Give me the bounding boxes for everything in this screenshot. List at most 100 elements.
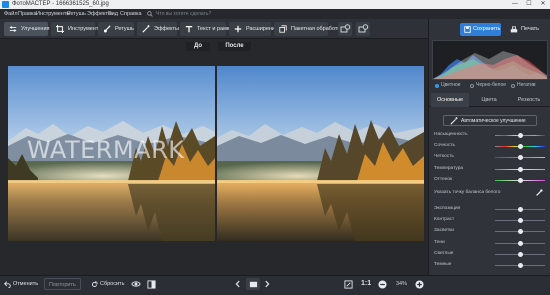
white-balance-label: Указать точку баланса белого — [434, 190, 501, 195]
radio-dot — [511, 83, 515, 88]
tab-extensions[interactable]: Расширения — [229, 22, 278, 36]
undo-icon — [4, 280, 11, 288]
slider-track[interactable] — [495, 218, 545, 224]
tab-batch-label: Пакетная обработка — [291, 26, 343, 32]
tab-effects[interactable]: Эффекты — [137, 22, 179, 36]
reset-button[interactable]: Сбросить — [91, 278, 124, 290]
menu-tools[interactable]: Инструменты — [36, 9, 70, 19]
slider-knob[interactable] — [517, 144, 523, 150]
crop-icon — [56, 25, 64, 33]
chevron-right-icon — [265, 280, 270, 288]
slider-label: Экспозиция — [434, 206, 461, 211]
slider-track[interactable] — [495, 240, 545, 246]
after-label: После — [218, 42, 251, 51]
tab-enhancements-label: Улучшения — [21, 26, 50, 32]
radio-color[interactable]: Цветное — [435, 81, 461, 90]
undo-label: Отменить — [13, 281, 39, 287]
tab-retouch[interactable]: Ретушь — [98, 22, 134, 36]
tab-sharpness[interactable]: Резкость — [509, 93, 549, 107]
slider-track[interactable] — [495, 251, 545, 257]
menu-retouch[interactable]: Ретушь — [67, 9, 86, 19]
panel-tabs: Основные Цвета Резкость — [429, 93, 550, 107]
menu-edit[interactable]: Правка — [18, 9, 37, 19]
compare-toggle-button[interactable] — [356, 22, 370, 36]
minimize-button[interactable]: — — [508, 0, 522, 9]
batch-icon — [279, 25, 287, 33]
sliders-icon — [9, 26, 17, 32]
prev-image-button[interactable] — [234, 278, 244, 290]
eyedropper-icon[interactable] — [535, 189, 543, 197]
fit-screen-icon — [344, 279, 353, 289]
tab-text-frames[interactable]: Текст и рамки — [180, 22, 232, 36]
save-label: Сохранить — [473, 26, 501, 32]
gallery-button[interactable] — [246, 278, 260, 290]
image-icon — [249, 281, 257, 287]
print-button[interactable]: Печать — [506, 23, 546, 36]
slider-track[interactable] — [495, 144, 545, 150]
menu-file[interactable]: Файл — [4, 9, 18, 19]
tab-text-frames-label: Текст и рамки — [197, 26, 233, 32]
history-icon — [340, 24, 351, 33]
actual-size-button[interactable]: 1:1 — [361, 278, 371, 290]
radio-bw[interactable]: Черно-белое — [470, 81, 506, 90]
zoom-in-button[interactable] — [415, 278, 425, 290]
slider-knob[interactable] — [517, 251, 523, 257]
chevron-left-icon — [235, 280, 240, 288]
slider-knob[interactable] — [517, 155, 523, 161]
undo-button[interactable]: Отменить — [4, 278, 38, 290]
magic-wand-icon — [450, 117, 458, 125]
slider-knob[interactable] — [517, 166, 523, 172]
slider-knob[interactable] — [517, 177, 523, 183]
slider-track[interactable] — [495, 263, 545, 268]
reset-label: Сбросить — [100, 281, 125, 287]
search-input[interactable]: Что вы хотите сделать? — [143, 10, 255, 18]
slider-track[interactable] — [495, 155, 545, 161]
slider-knob[interactable] — [517, 263, 523, 268]
printer-icon — [510, 25, 518, 32]
save-button[interactable]: Сохранить — [460, 23, 501, 36]
after-photo — [217, 66, 424, 241]
tab-batch[interactable]: Пакетная обработка — [274, 22, 343, 36]
slider-track[interactable] — [495, 207, 545, 212]
slider-label: Тени — [434, 239, 445, 245]
slider-label: Засветки — [434, 228, 454, 234]
slider-knob[interactable] — [517, 229, 523, 235]
menu-bar: Файл Правка Инструменты Ретушь Эффекты В… — [0, 9, 550, 19]
slider-knob[interactable] — [517, 133, 523, 138]
slider-track[interactable] — [495, 133, 545, 138]
slider-track[interactable] — [495, 229, 545, 235]
history-button[interactable] — [338, 22, 352, 36]
compare-mode-button[interactable] — [147, 278, 157, 290]
slider-knob[interactable] — [517, 240, 523, 246]
zoom-out-button[interactable] — [378, 278, 388, 290]
window-title: ФотоМАСТЕР - 1666361525_60.jpg — [12, 1, 109, 7]
radio-bw-label: Черно-белое — [476, 82, 507, 88]
redo-label: Повторить — [49, 282, 76, 288]
main-toolbar: Улучшения Инструменты Ретушь Эффекты Тек… — [0, 19, 428, 39]
tab-colors[interactable]: Цвета — [470, 93, 508, 107]
tab-tools[interactable]: Инструменты — [51, 22, 102, 36]
slider-label: Контраст — [434, 217, 455, 223]
eye-icon — [131, 281, 141, 287]
zoom-level: 34% — [396, 281, 408, 287]
close-button[interactable]: ✕ — [536, 0, 550, 9]
maximize-button[interactable]: ☐ — [522, 0, 536, 9]
split-view-icon — [147, 279, 156, 289]
compare-icon — [358, 24, 369, 33]
fit-to-screen-button[interactable] — [344, 278, 356, 290]
radio-negative[interactable]: Негатив — [511, 81, 536, 90]
redo-button[interactable]: Повторить — [44, 278, 81, 290]
menu-view[interactable]: Вид — [108, 9, 118, 19]
slider-knob[interactable] — [517, 218, 523, 224]
next-image-button[interactable] — [263, 278, 273, 290]
radio-color-label: Цветное — [441, 82, 461, 88]
auto-enhance-button[interactable]: Автоматическое улучшение — [443, 115, 537, 126]
tab-basic[interactable]: Основные — [431, 93, 469, 107]
slider-track[interactable] — [495, 166, 545, 172]
menu-help[interactable]: Справка — [120, 9, 142, 19]
save-icon — [464, 26, 471, 33]
slider-track[interactable] — [495, 177, 545, 183]
slider-knob[interactable] — [517, 207, 523, 212]
tab-enhancements[interactable]: Улучшения — [4, 22, 50, 36]
preview-eye-button[interactable] — [131, 278, 143, 290]
